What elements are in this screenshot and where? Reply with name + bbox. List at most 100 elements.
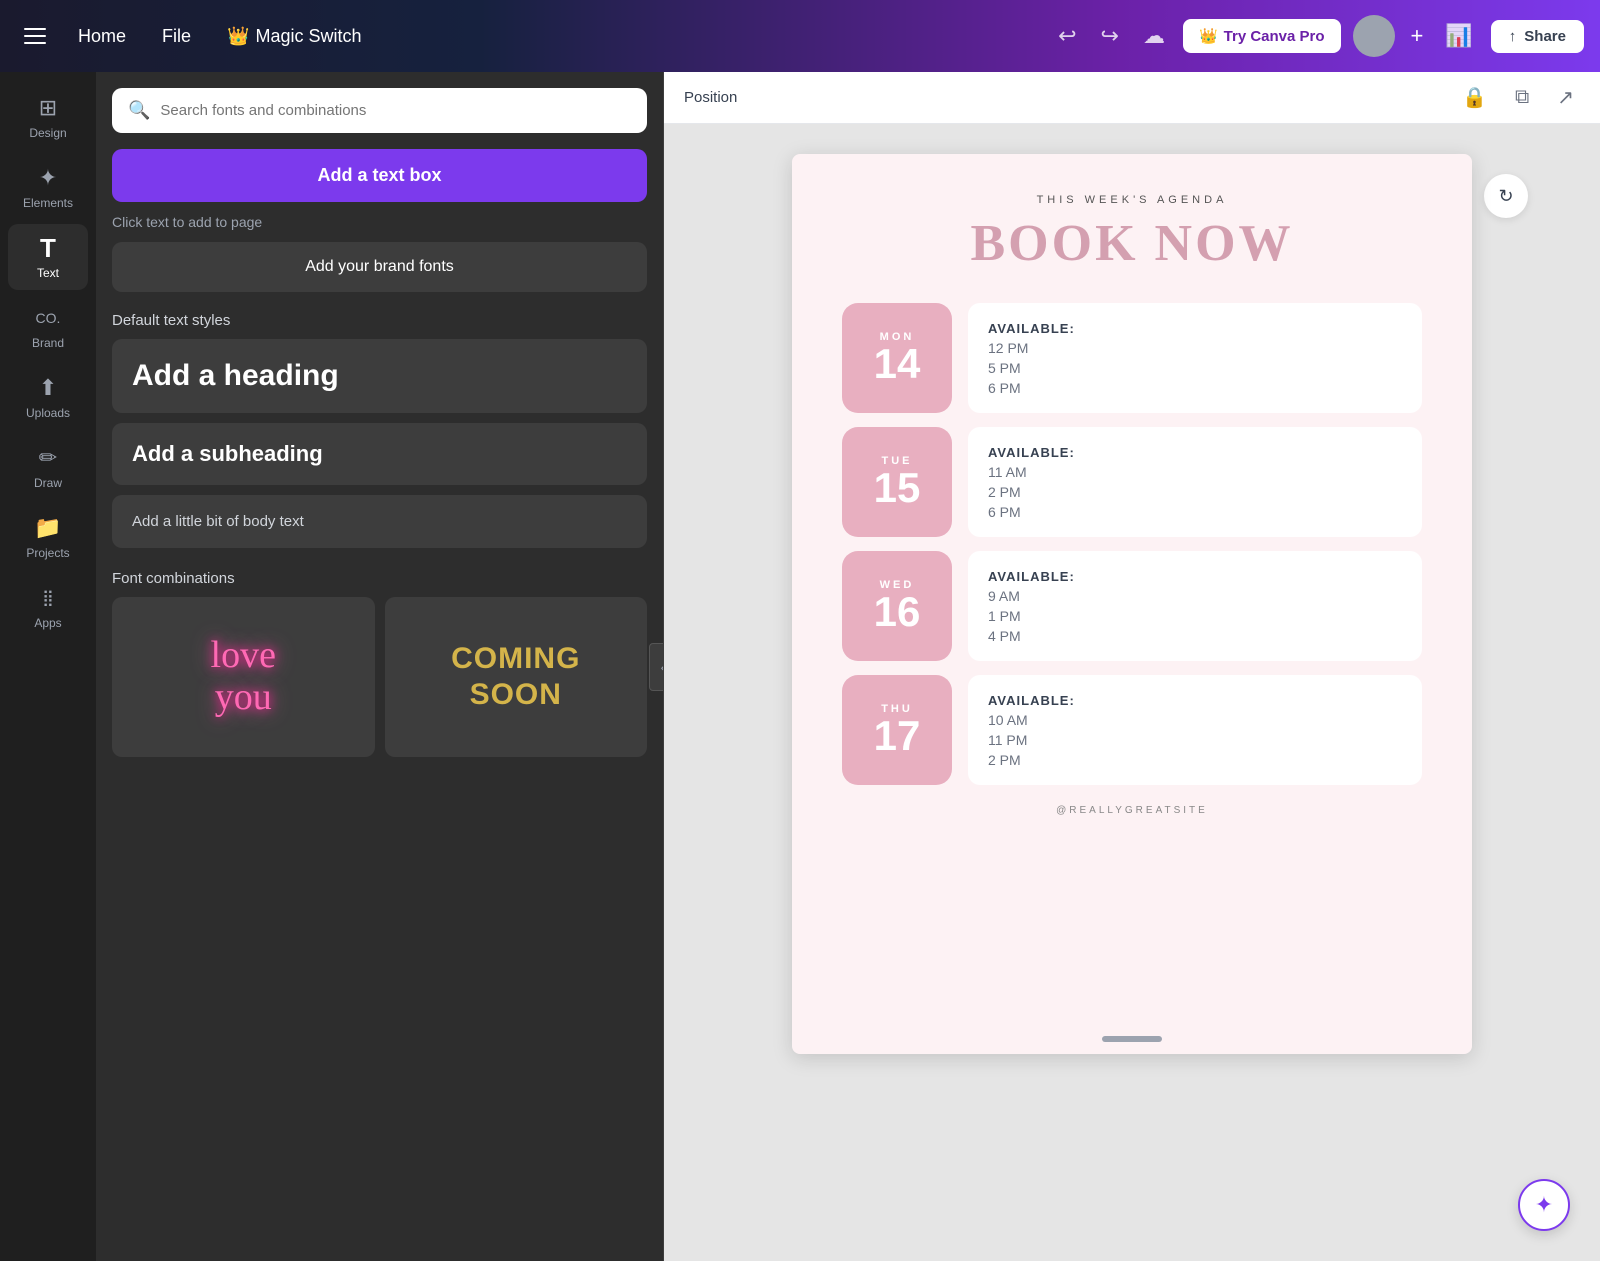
add-heading-button[interactable]: Add a heading: [112, 339, 647, 413]
time-slot: 9 AM: [988, 588, 1402, 604]
love-you-text: love you: [211, 635, 276, 719]
hamburger-menu[interactable]: [16, 20, 54, 52]
uploads-icon: ⬆: [34, 374, 62, 402]
time-slot: 12 PM: [988, 340, 1402, 356]
sidebar-item-elements[interactable]: ✦ Elements: [8, 154, 88, 220]
refresh-button[interactable]: ↻: [1484, 174, 1528, 218]
available-label: AVAILABLE:: [988, 321, 1402, 336]
apps-icon: ⣿: [34, 584, 62, 612]
nav-home[interactable]: Home: [66, 18, 138, 55]
nav-file[interactable]: File: [150, 18, 203, 55]
times-card-tue: AVAILABLE: 11 AM 2 PM 6 PM: [968, 427, 1422, 537]
day-number: 15: [874, 467, 921, 509]
nav-magic-switch[interactable]: 👑 Magic Switch: [215, 18, 373, 55]
time-slot: 6 PM: [988, 504, 1402, 520]
topnav: Home File 👑 Magic Switch ↩ ↪ ☁ 👑 Try Can…: [0, 0, 1600, 72]
day-card-thu[interactable]: THU 17: [842, 675, 952, 785]
search-box[interactable]: 🔍: [112, 88, 647, 133]
icon-sidebar: ⊞ Design ✦ Elements T Text CO. Brand ⬆ U…: [0, 72, 96, 1261]
save-cloud-button[interactable]: ☁: [1137, 17, 1171, 55]
canvas-wrapper: ↻ THIS WEEK'S AGENDA BOOK NOW MON 14 AVA…: [792, 154, 1472, 1054]
coming-soon-text: COMING SOON: [451, 641, 580, 713]
stats-button[interactable]: 📊: [1439, 17, 1478, 55]
time-slot: 1 PM: [988, 608, 1402, 624]
times-card-wed: AVAILABLE: 9 AM 1 PM 4 PM: [968, 551, 1422, 661]
font-combo-card-2[interactable]: COMING SOON: [385, 597, 648, 757]
time-slot: 11 AM: [988, 464, 1402, 480]
undo-button[interactable]: ↩: [1052, 17, 1082, 55]
redo-button[interactable]: ↪: [1095, 17, 1125, 55]
times-card-mon: AVAILABLE: 12 PM 5 PM 6 PM: [968, 303, 1422, 413]
magic-ai-button[interactable]: ✦: [1518, 1179, 1570, 1231]
tools-panel: 🔍 Add a text box Click text to add to pa…: [96, 72, 664, 1261]
sidebar-item-draw[interactable]: ✏ Draw: [8, 434, 88, 500]
main-layout: ⊞ Design ✦ Elements T Text CO. Brand ⬆ U…: [0, 72, 1600, 1261]
footer-handle: [1102, 1036, 1162, 1042]
pro-crown-icon: 👑: [1199, 27, 1218, 45]
agenda-label: THIS WEEK'S AGENDA: [1037, 194, 1228, 206]
canvas-scroll[interactable]: ↻ THIS WEEK'S AGENDA BOOK NOW MON 14 AVA…: [664, 124, 1600, 1261]
available-label: AVAILABLE:: [988, 693, 1402, 708]
schedule-list: MON 14 AVAILABLE: 12 PM 5 PM 6 PM TUE 15 AV…: [842, 303, 1422, 785]
schedule-row: WED 16 AVAILABLE: 9 AM 1 PM 4 PM: [842, 551, 1422, 661]
available-label: AVAILABLE:: [988, 569, 1402, 584]
day-number: 17: [874, 715, 921, 757]
share-icon: ↑: [1509, 28, 1517, 45]
time-slot: 5 PM: [988, 360, 1402, 376]
brand-icon: CO.: [34, 304, 62, 332]
time-slot: 2 PM: [988, 484, 1402, 500]
add-body-button[interactable]: Add a little bit of body text: [112, 495, 647, 548]
times-card-thu: AVAILABLE: 10 AM 11 PM 2 PM: [968, 675, 1422, 785]
add-textbox-button[interactable]: Add a text box: [112, 149, 647, 202]
sidebar-item-brand[interactable]: CO. Brand: [8, 294, 88, 360]
search-input[interactable]: [160, 102, 631, 119]
hide-panel-button[interactable]: ‹: [649, 643, 664, 691]
font-combo-grid: love you COMING SOON: [96, 597, 663, 777]
share-button[interactable]: ↑ Share: [1491, 20, 1584, 53]
sidebar-item-uploads[interactable]: ⬆ Uploads: [8, 364, 88, 430]
elements-icon: ✦: [34, 164, 62, 192]
default-styles-label: Default text styles: [96, 308, 663, 339]
projects-icon: 📁: [34, 514, 62, 542]
position-label: Position: [684, 89, 737, 106]
text-icon: T: [34, 234, 62, 262]
design-icon: ⊞: [34, 94, 62, 122]
time-slot: 2 PM: [988, 752, 1402, 768]
sidebar-item-text[interactable]: T Text: [8, 224, 88, 290]
font-combos-label: Font combinations: [96, 558, 663, 597]
search-icon: 🔍: [128, 100, 150, 121]
day-card-wed[interactable]: WED 16: [842, 551, 952, 661]
click-hint: Click text to add to page: [96, 214, 663, 242]
design-card: THIS WEEK'S AGENDA BOOK NOW MON 14 AVAIL…: [792, 154, 1472, 1054]
site-label: @REALLYGREATSITE: [1056, 805, 1208, 816]
search-wrap: 🔍: [96, 72, 663, 149]
day-number: 16: [874, 591, 921, 633]
day-card-tue[interactable]: TUE 15: [842, 427, 952, 537]
draw-icon: ✏: [34, 444, 62, 472]
sidebar-item-apps[interactable]: ⣿ Apps: [8, 574, 88, 640]
book-now-title: BOOK NOW: [970, 214, 1293, 273]
position-bar: Position 🔒 ⧉ ↗: [664, 72, 1600, 124]
time-slot: 10 AM: [988, 712, 1402, 728]
day-card-mon[interactable]: MON 14: [842, 303, 952, 413]
time-slot: 11 PM: [988, 732, 1402, 748]
schedule-row: MON 14 AVAILABLE: 12 PM 5 PM 6 PM: [842, 303, 1422, 413]
brand-fonts-button[interactable]: Add your brand fonts: [112, 242, 647, 292]
add-collaborator-button[interactable]: +: [1407, 19, 1428, 53]
canvas-area: Position 🔒 ⧉ ↗ ↻ THIS WEEK'S AGENDA BOOK…: [664, 72, 1600, 1261]
available-label: AVAILABLE:: [988, 445, 1402, 460]
try-pro-button[interactable]: 👑 Try Canva Pro: [1183, 19, 1341, 53]
day-number: 14: [874, 343, 921, 385]
schedule-row: THU 17 AVAILABLE: 10 AM 11 PM 2 PM: [842, 675, 1422, 785]
lock-icon-button[interactable]: 🔒: [1456, 79, 1493, 116]
sidebar-item-projects[interactable]: 📁 Projects: [8, 504, 88, 570]
time-slot: 4 PM: [988, 628, 1402, 644]
share-element-button[interactable]: ↗: [1551, 79, 1580, 116]
font-combo-card-1[interactable]: love you: [112, 597, 375, 757]
schedule-row: TUE 15 AVAILABLE: 11 AM 2 PM 6 PM: [842, 427, 1422, 537]
duplicate-icon-button[interactable]: ⧉: [1509, 80, 1535, 115]
sidebar-item-design[interactable]: ⊞ Design: [8, 84, 88, 150]
add-subheading-button[interactable]: Add a subheading: [112, 423, 647, 485]
time-slot: 6 PM: [988, 380, 1402, 396]
avatar[interactable]: [1353, 15, 1395, 57]
